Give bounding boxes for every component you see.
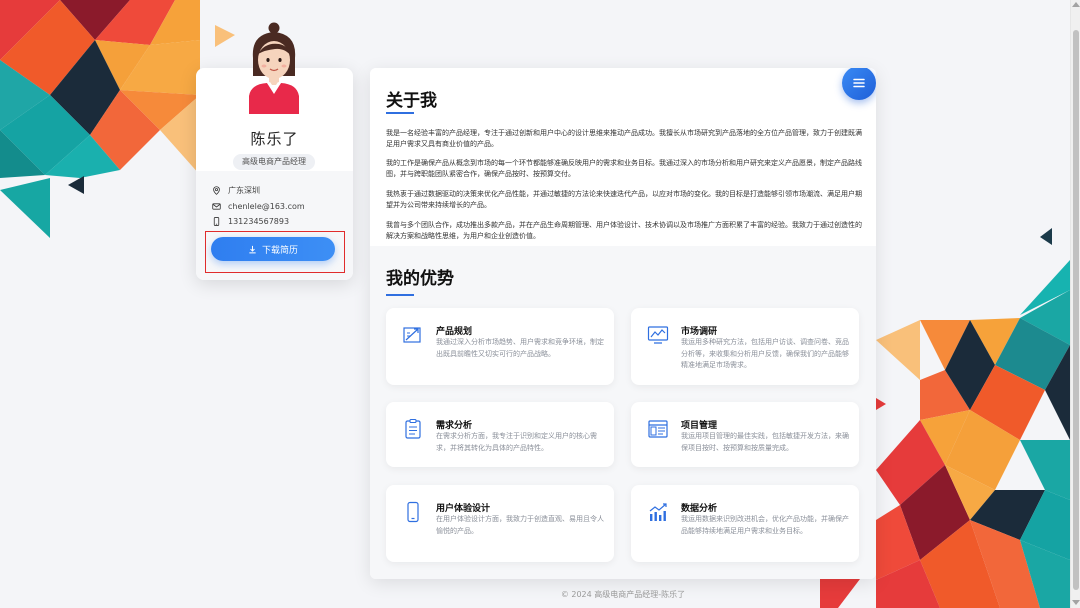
download-highlight-box: 下载简历 bbox=[205, 231, 345, 273]
advantage-card: 数据分析 我运用数据来识别改进机会，优化产品功能，并确保产品能够持续地满足用户需… bbox=[631, 485, 859, 562]
page-scrollbar[interactable] bbox=[1070, 0, 1080, 608]
advantage-card: 项目管理 我运用项目管理的最佳实践，包括敏捷开发方法，来确保项目按时、按预算和按… bbox=[631, 402, 859, 467]
mobile-icon bbox=[407, 501, 419, 523]
advantage-title: 用户体验设计 bbox=[436, 504, 491, 514]
clipboard-icon bbox=[405, 418, 421, 439]
avatar bbox=[249, 22, 299, 114]
job-title-badge: 高级电商产品经理 bbox=[233, 154, 315, 170]
advantage-title: 数据分析 bbox=[681, 504, 718, 514]
hamburger-menu-icon bbox=[853, 78, 865, 88]
market-chart-icon bbox=[647, 326, 669, 344]
main-panel: 关于我 我是一名经验丰富的产品经理，专注于通过创新和用户中心的设计思维来推动产品… bbox=[370, 68, 876, 579]
advantage-desc: 我通过深入分析市场趋势、用户需求和竞争环境，制定出既具前瞻性又切实可行的产品战略… bbox=[436, 338, 604, 358]
heading-underline bbox=[386, 294, 414, 296]
advantages-section: 我的优势 产品规划 我通过深入分析市场趋势、用户需求和竞争环境，制定出既具前瞻性… bbox=[370, 246, 876, 579]
mobile-phone-icon bbox=[213, 216, 220, 226]
advantage-card: 需求分析 在需求分析方面，我专注于识别和定义用户的核心需求，并将其转化为具体的产… bbox=[386, 402, 614, 467]
advantage-title: 产品规划 bbox=[436, 327, 473, 337]
location-pin-icon bbox=[213, 185, 220, 195]
advantage-desc: 我运用项目管理的最佳实践，包括敏捷开发方法，来确保项目按时、按预算和按质量完成。 bbox=[681, 432, 849, 452]
about-section: 关于我 我是一名经验丰富的产品经理，专注于通过创新和用户中心的设计思维来推动产品… bbox=[370, 68, 876, 246]
contact-email[interactable]: chenlele@163.com bbox=[212, 199, 305, 213]
download-icon bbox=[249, 245, 256, 253]
profile-name: 陈乐了 bbox=[250, 130, 299, 148]
advantage-card: 用户体验设计 在用户体验设计方面，我致力于创造直观、易用且令人愉悦的产品。 bbox=[386, 485, 614, 562]
scroll-down-arrow-icon[interactable] bbox=[1072, 600, 1080, 605]
advantage-desc: 我运用数据来识别改进机会，优化产品功能，并确保产品能够持续地满足用户需求和业务目… bbox=[681, 515, 849, 535]
advantage-title: 需求分析 bbox=[436, 421, 473, 431]
location-text: 广东深圳 bbox=[228, 185, 260, 195]
bar-chart-icon bbox=[649, 503, 667, 521]
project-window-icon bbox=[648, 420, 668, 438]
mail-icon bbox=[212, 202, 221, 210]
about-paragraph: 我曾与多个团队合作，成功推出多款产品，并在产品生命周期管理、用户体验设计、技术协… bbox=[386, 221, 862, 240]
footer-copyright: © 2024 高级电商产品经理-陈乐了 bbox=[560, 590, 686, 599]
advantage-card: 市场调研 我运用多种研究方法，包括用户访谈、调查问卷、竞品分析等，来收集和分析用… bbox=[631, 308, 859, 385]
download-resume-button[interactable]: 下载简历 bbox=[211, 237, 335, 261]
advantage-card: 产品规划 我通过深入分析市场趋势、用户需求和竞争环境，制定出既具前瞻性又切实可行… bbox=[386, 308, 614, 385]
advantage-title: 项目管理 bbox=[681, 421, 718, 431]
advantage-desc: 在需求分析方面，我专注于识别和定义用户的核心需求，并将其转化为具体的产品特性。 bbox=[436, 432, 597, 452]
about-heading: 关于我 bbox=[386, 91, 437, 111]
about-paragraph: 我热衷于通过数据驱动的决策来优化产品性能，并通过敏捷的方法论来快速迭代产品，以应… bbox=[386, 190, 862, 209]
heading-underline bbox=[386, 112, 414, 114]
phone-text: 131234567893 bbox=[228, 216, 290, 226]
contact-phone[interactable]: 131234567893 bbox=[212, 214, 289, 228]
planning-icon bbox=[403, 327, 421, 343]
about-paragraph: 我的工作是确保产品从概念到市场的每一个环节都能够准确反映用户的需求和业务目标。我… bbox=[386, 159, 862, 178]
contact-location: 广东深圳 bbox=[212, 183, 260, 197]
contact-section: 广东深圳 chenlele@163.com 131234567893 下载简历 bbox=[196, 171, 353, 280]
scroll-up-arrow-icon[interactable] bbox=[1072, 2, 1080, 7]
email-text: chenlele@163.com bbox=[228, 201, 305, 211]
scroll-thumb[interactable] bbox=[1073, 30, 1079, 590]
advantage-desc: 在用户体验设计方面，我致力于创造直观、易用且令人愉悦的产品。 bbox=[436, 515, 604, 535]
about-paragraph: 我是一名经验丰富的产品经理，专注于通过创新和用户中心的设计思维来推动产品成功。我… bbox=[386, 129, 862, 148]
advantages-heading: 我的优势 bbox=[386, 269, 454, 289]
advantage-desc: 我运用多种研究方法，包括用户访谈、调查问卷、竞品分析等，来收集和分析用户反馈，确… bbox=[681, 338, 849, 369]
advantage-title: 市场调研 bbox=[681, 327, 718, 337]
download-label: 下载简历 bbox=[261, 245, 298, 256]
